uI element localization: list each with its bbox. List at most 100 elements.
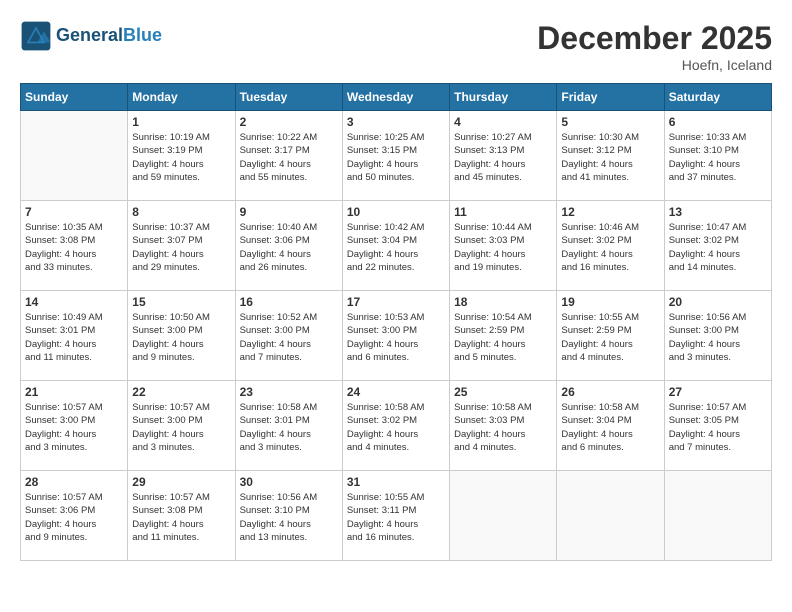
day-number: 13 bbox=[669, 205, 767, 219]
day-number: 1 bbox=[132, 115, 230, 129]
cell-info: Sunrise: 10:57 AM Sunset: 3:06 PM Daylig… bbox=[25, 491, 123, 544]
day-number: 25 bbox=[454, 385, 552, 399]
calendar-cell: 31Sunrise: 10:55 AM Sunset: 3:11 PM Dayl… bbox=[342, 471, 449, 561]
cell-info: Sunrise: 10:42 AM Sunset: 3:04 PM Daylig… bbox=[347, 221, 445, 274]
day-number: 20 bbox=[669, 295, 767, 309]
calendar-cell: 11 Sunrise: 10:44 AM Sunset: 3:03 PM Dayl… bbox=[450, 201, 557, 291]
calendar-cell: 20 Sunrise: 10:56 AM Sunset: 3:00 PM Dayl… bbox=[664, 291, 771, 381]
calendar-cell: 3 Sunrise: 10:25 AM Sunset: 3:15 PM Dayli… bbox=[342, 111, 449, 201]
day-number: 7 bbox=[25, 205, 123, 219]
day-number: 11 bbox=[454, 205, 552, 219]
calendar-cell: 21 Sunrise: 10:57 AM Sunset: 3:00 PM Dayl… bbox=[21, 381, 128, 471]
calendar-cell: 5 Sunrise: 10:30 AM Sunset: 3:12 PM Dayli… bbox=[557, 111, 664, 201]
calendar-cell: 19Sunrise: 10:55 AM Sunset: 2:59 PM Dayl… bbox=[557, 291, 664, 381]
calendar-cell bbox=[664, 471, 771, 561]
calendar-cell: 8 Sunrise: 10:37 AM Sunset: 3:07 PM Dayli… bbox=[128, 201, 235, 291]
calendar-cell: 9 Sunrise: 10:40 AM Sunset: 3:06 PM Dayli… bbox=[235, 201, 342, 291]
calendar-week-row: 14Sunrise: 10:49 AM Sunset: 3:01 PM Dayl… bbox=[21, 291, 772, 381]
weekday-header: Thursday bbox=[450, 84, 557, 111]
day-number: 28 bbox=[25, 475, 123, 489]
cell-info: Sunrise: 10:19 AM Sunset: 3:19 PM Daylig… bbox=[132, 131, 230, 184]
logo-text: GeneralBlue bbox=[56, 26, 162, 46]
calendar-cell: 18Sunrise: 10:54 AM Sunset: 2:59 PM Dayl… bbox=[450, 291, 557, 381]
cell-info: Sunrise: 10:47 AM Sunset: 3:02 PM Daylig… bbox=[669, 221, 767, 274]
calendar-cell: 12 Sunrise: 10:46 AM Sunset: 3:02 PM Dayl… bbox=[557, 201, 664, 291]
day-number: 30 bbox=[240, 475, 338, 489]
cell-info: Sunrise: 10:58 AM Sunset: 3:02 PM Daylig… bbox=[347, 401, 445, 454]
cell-info: Sunrise: 10:53 AM Sunset: 3:00 PM Daylig… bbox=[347, 311, 445, 364]
calendar-cell: 6Sunrise: 10:33 AM Sunset: 3:10 PM Dayli… bbox=[664, 111, 771, 201]
day-number: 31 bbox=[347, 475, 445, 489]
calendar-week-row: 28 Sunrise: 10:57 AM Sunset: 3:06 PM Dayl… bbox=[21, 471, 772, 561]
calendar-cell: 29 Sunrise: 10:57 AM Sunset: 3:08 PM Dayl… bbox=[128, 471, 235, 561]
calendar-cell: 14Sunrise: 10:49 AM Sunset: 3:01 PM Dayl… bbox=[21, 291, 128, 381]
month-title: December 2025 bbox=[537, 20, 772, 57]
weekday-header-row: SundayMondayTuesdayWednesdayThursdayFrid… bbox=[21, 84, 772, 111]
calendar-cell: 7 Sunrise: 10:35 AM Sunset: 3:08 PM Dayli… bbox=[21, 201, 128, 291]
cell-info: Sunrise: 10:57 AM Sunset: 3:05 PM Daylig… bbox=[669, 401, 767, 454]
calendar-cell: 4 Sunrise: 10:27 AM Sunset: 3:13 PM Dayli… bbox=[450, 111, 557, 201]
day-number: 3 bbox=[347, 115, 445, 129]
weekday-header: Friday bbox=[557, 84, 664, 111]
day-number: 5 bbox=[561, 115, 659, 129]
cell-info: Sunrise: 10:57 AM Sunset: 3:00 PM Daylig… bbox=[132, 401, 230, 454]
day-number: 23 bbox=[240, 385, 338, 399]
day-number: 15 bbox=[132, 295, 230, 309]
cell-info: Sunrise: 10:57 AM Sunset: 3:08 PM Daylig… bbox=[132, 491, 230, 544]
cell-info: Sunrise: 10:56 AM Sunset: 3:10 PM Daylig… bbox=[240, 491, 338, 544]
calendar-week-row: 21 Sunrise: 10:57 AM Sunset: 3:00 PM Dayl… bbox=[21, 381, 772, 471]
calendar-cell: 13 Sunrise: 10:47 AM Sunset: 3:02 PM Dayl… bbox=[664, 201, 771, 291]
weekday-header: Saturday bbox=[664, 84, 771, 111]
calendar-cell: 25Sunrise: 10:58 AM Sunset: 3:03 PM Dayl… bbox=[450, 381, 557, 471]
day-number: 22 bbox=[132, 385, 230, 399]
cell-info: Sunrise: 10:25 AM Sunset: 3:15 PM Daylig… bbox=[347, 131, 445, 184]
day-number: 8 bbox=[132, 205, 230, 219]
day-number: 14 bbox=[25, 295, 123, 309]
day-number: 21 bbox=[25, 385, 123, 399]
weekday-header: Tuesday bbox=[235, 84, 342, 111]
weekday-header: Wednesday bbox=[342, 84, 449, 111]
calendar-cell: 15 Sunrise: 10:50 AM Sunset: 3:00 PM Dayl… bbox=[128, 291, 235, 381]
calendar-cell bbox=[450, 471, 557, 561]
calendar-cell: 27 Sunrise: 10:57 AM Sunset: 3:05 PM Dayl… bbox=[664, 381, 771, 471]
day-number: 27 bbox=[669, 385, 767, 399]
calendar-cell: 17Sunrise: 10:53 AM Sunset: 3:00 PM Dayl… bbox=[342, 291, 449, 381]
day-number: 9 bbox=[240, 205, 338, 219]
weekday-header: Sunday bbox=[21, 84, 128, 111]
cell-info: Sunrise: 10:35 AM Sunset: 3:08 PM Daylig… bbox=[25, 221, 123, 274]
cell-info: Sunrise: 10:27 AM Sunset: 3:13 PM Daylig… bbox=[454, 131, 552, 184]
cell-info: Sunrise: 10:44 AM Sunset: 3:03 PM Daylig… bbox=[454, 221, 552, 274]
calendar-cell: 24 Sunrise: 10:58 AM Sunset: 3:02 PM Dayl… bbox=[342, 381, 449, 471]
calendar-cell: 22 Sunrise: 10:57 AM Sunset: 3:00 PM Dayl… bbox=[128, 381, 235, 471]
cell-info: Sunrise: 10:37 AM Sunset: 3:07 PM Daylig… bbox=[132, 221, 230, 274]
calendar-cell: 1 Sunrise: 10:19 AM Sunset: 3:19 PM Dayli… bbox=[128, 111, 235, 201]
calendar-cell: 16Sunrise: 10:52 AM Sunset: 3:00 PM Dayl… bbox=[235, 291, 342, 381]
day-number: 24 bbox=[347, 385, 445, 399]
calendar-cell: 28 Sunrise: 10:57 AM Sunset: 3:06 PM Dayl… bbox=[21, 471, 128, 561]
day-number: 2 bbox=[240, 115, 338, 129]
weekday-header: Monday bbox=[128, 84, 235, 111]
day-number: 29 bbox=[132, 475, 230, 489]
location: Hoefn, Iceland bbox=[537, 57, 772, 73]
cell-info: Sunrise: 10:40 AM Sunset: 3:06 PM Daylig… bbox=[240, 221, 338, 274]
cell-info: Sunrise: 10:58 AM Sunset: 3:04 PM Daylig… bbox=[561, 401, 659, 454]
calendar-cell: 30 Sunrise: 10:56 AM Sunset: 3:10 PM Dayl… bbox=[235, 471, 342, 561]
cell-info: Sunrise: 10:50 AM Sunset: 3:00 PM Daylig… bbox=[132, 311, 230, 364]
logo-icon bbox=[20, 20, 52, 52]
cell-info: Sunrise: 10:52 AM Sunset: 3:00 PM Daylig… bbox=[240, 311, 338, 364]
calendar-cell bbox=[21, 111, 128, 201]
title-area: December 2025 Hoefn, Iceland bbox=[537, 20, 772, 73]
calendar-table: SundayMondayTuesdayWednesdayThursdayFrid… bbox=[20, 83, 772, 561]
cell-info: Sunrise: 10:55 AM Sunset: 2:59 PM Daylig… bbox=[561, 311, 659, 364]
calendar-cell bbox=[557, 471, 664, 561]
day-number: 10 bbox=[347, 205, 445, 219]
cell-info: Sunrise: 10:46 AM Sunset: 3:02 PM Daylig… bbox=[561, 221, 659, 274]
cell-info: Sunrise: 10:57 AM Sunset: 3:00 PM Daylig… bbox=[25, 401, 123, 454]
page-header: GeneralBlue December 2025 Hoefn, Iceland bbox=[20, 20, 772, 73]
cell-info: Sunrise: 10:33 AM Sunset: 3:10 PM Daylig… bbox=[669, 131, 767, 184]
cell-info: Sunrise: 10:56 AM Sunset: 3:00 PM Daylig… bbox=[669, 311, 767, 364]
day-number: 4 bbox=[454, 115, 552, 129]
day-number: 12 bbox=[561, 205, 659, 219]
calendar-cell: 26Sunrise: 10:58 AM Sunset: 3:04 PM Dayl… bbox=[557, 381, 664, 471]
cell-info: Sunrise: 10:30 AM Sunset: 3:12 PM Daylig… bbox=[561, 131, 659, 184]
